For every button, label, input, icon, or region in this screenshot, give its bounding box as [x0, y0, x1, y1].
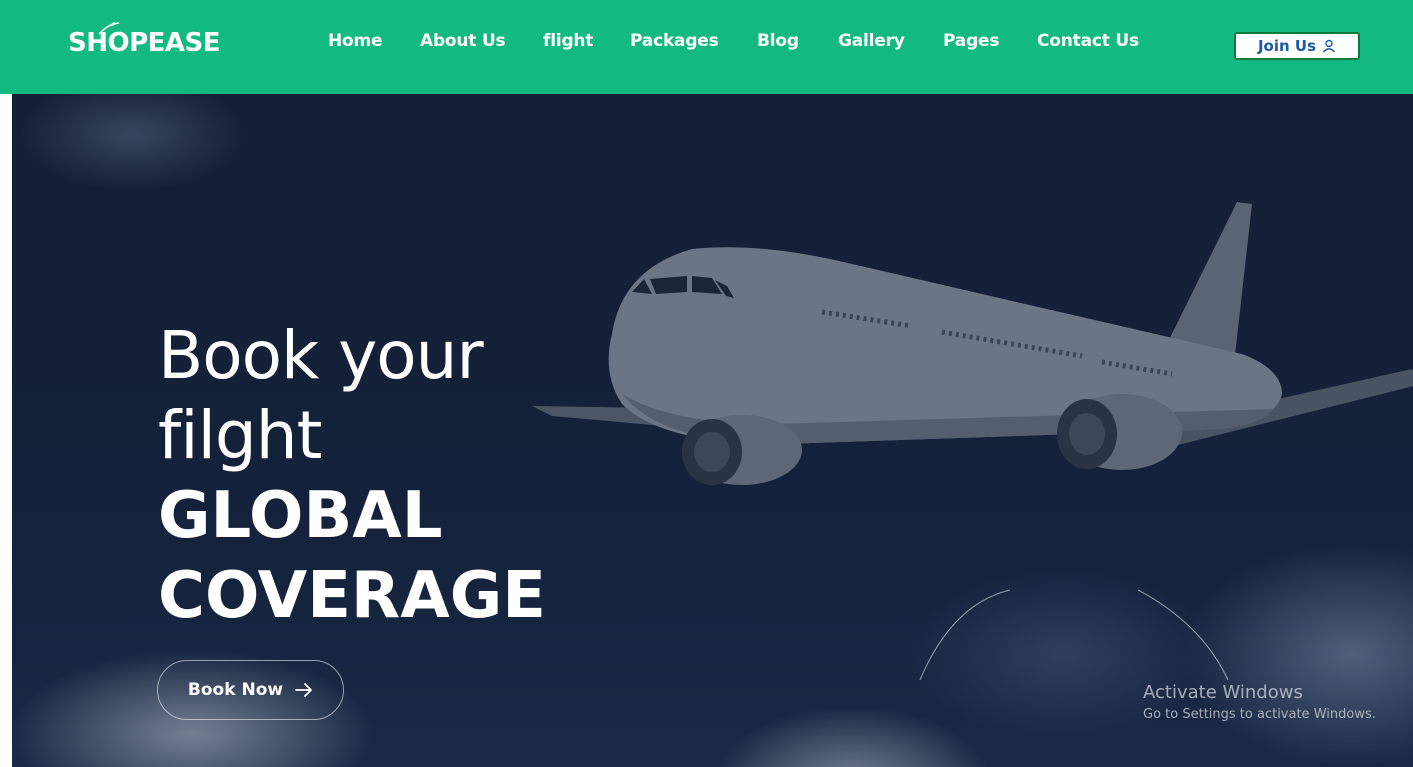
- headline-line-3: GLOBAL: [158, 479, 443, 553]
- arrow-right-icon: [295, 683, 312, 697]
- nav-gallery[interactable]: Gallery: [838, 31, 905, 51]
- plane-logo-icon: [98, 22, 120, 35]
- book-now-label: Book Now: [187, 680, 284, 700]
- nav-pages[interactable]: Pages: [943, 31, 999, 51]
- book-now-button[interactable]: Book Now: [157, 660, 344, 720]
- nav-flight[interactable]: flight: [543, 31, 593, 51]
- hero-section: Book your filght GLOBAL COVERAGE Book No…: [12, 94, 1413, 767]
- headline-line-4: COVERAGE: [158, 559, 546, 633]
- nav-home[interactable]: Home: [328, 31, 383, 51]
- activate-windows-watermark: Activate Windows Go to Settings to activ…: [1143, 682, 1376, 722]
- activate-subtitle: Go to Settings to activate Windows.: [1143, 707, 1376, 722]
- headline-line-2: filght: [158, 397, 323, 474]
- join-us-button[interactable]: Join Us: [1234, 32, 1360, 60]
- user-icon: [1322, 39, 1336, 53]
- decorative-arc: [919, 589, 1229, 681]
- nav-about-us[interactable]: About Us: [420, 31, 506, 51]
- site-header: SHOPEASE Home About Us flight Packages B…: [0, 0, 1413, 94]
- logo[interactable]: SHOPEASE: [68, 22, 221, 58]
- join-us-label: Join Us: [1257, 37, 1317, 55]
- airplane-image: [532, 202, 1413, 485]
- nav-contact-us[interactable]: Contact Us: [1037, 31, 1139, 51]
- hero-headline: Book your filght GLOBAL COVERAGE: [158, 316, 546, 636]
- headline-line-1: Book your: [158, 317, 484, 394]
- nav-packages[interactable]: Packages: [630, 31, 719, 51]
- activate-title: Activate Windows: [1143, 682, 1303, 703]
- nav-blog[interactable]: Blog: [757, 31, 799, 51]
- logo-text: SHOPEASE: [68, 28, 221, 58]
